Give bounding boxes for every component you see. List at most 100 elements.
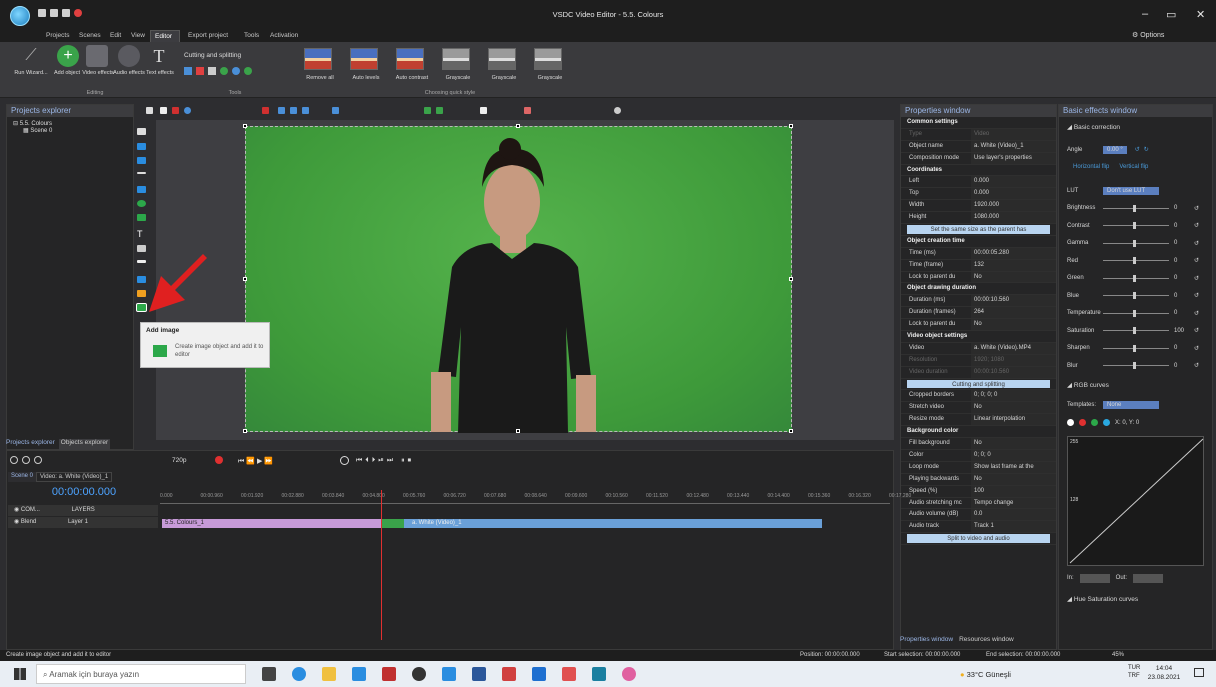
tab-edit[interactable]: Edit xyxy=(106,30,125,42)
property-value[interactable]: 0.0 xyxy=(971,509,1056,521)
rotate-left-icon[interactable] xyxy=(220,67,228,75)
reset-icon[interactable]: ↺ xyxy=(1194,310,1199,317)
circle-icon[interactable] xyxy=(184,107,191,114)
property-value[interactable]: 00:00:10.560 xyxy=(971,366,1056,378)
slider-value[interactable]: 0 xyxy=(1174,205,1188,211)
slider-track[interactable] xyxy=(1103,274,1169,282)
video-effects-button[interactable]: Video effects xyxy=(82,70,114,77)
tab-editor[interactable]: Editor xyxy=(150,30,180,42)
property-value[interactable]: No xyxy=(971,271,1056,283)
audio-effects-button[interactable]: Audio effects xyxy=(112,70,146,77)
rotate-cw-icon[interactable]: ↻ xyxy=(1144,146,1149,153)
property-value[interactable]: 0.000 xyxy=(971,188,1056,200)
headphones-icon[interactable] xyxy=(118,45,140,67)
quick-style-grayscale-2[interactable]: Grayscale xyxy=(484,75,524,82)
property-value[interactable]: 1080.000 xyxy=(971,212,1056,224)
tab-objects-explorer[interactable]: Objects explorer xyxy=(58,439,111,450)
resize-handle-t[interactable] xyxy=(516,124,520,128)
clip-5-5-colours[interactable]: 5.5. Colours_1 xyxy=(162,519,382,528)
phone-icon[interactable] xyxy=(442,667,456,681)
app-pink-icon[interactable] xyxy=(622,667,636,681)
mail-icon[interactable] xyxy=(352,667,366,681)
weather-widget[interactable]: ● 33°C Güneşli xyxy=(960,670,1011,679)
select-icon[interactable] xyxy=(160,107,167,114)
resize-handle-l[interactable] xyxy=(243,277,247,281)
slider-knob[interactable] xyxy=(1133,257,1136,265)
slider-knob[interactable] xyxy=(1133,222,1136,230)
property-value[interactable]: 132 xyxy=(971,259,1056,271)
property-value[interactable]: 100 xyxy=(971,485,1056,497)
cursor-icon[interactable] xyxy=(184,67,192,75)
resize-handle-b[interactable] xyxy=(516,429,520,433)
eye-icon[interactable]: ◉ xyxy=(14,519,21,525)
property-value[interactable]: Show last frame at the xyxy=(971,461,1056,473)
move-up-icon[interactable] xyxy=(424,107,431,114)
close-icon[interactable]: ✕ xyxy=(1196,8,1205,21)
video-preview[interactable] xyxy=(245,126,792,433)
channel-red-icon[interactable] xyxy=(1079,419,1086,427)
templates-select[interactable]: None xyxy=(1103,401,1159,410)
rotate-right-icon[interactable] xyxy=(232,67,240,75)
move-down-icon[interactable] xyxy=(436,107,443,114)
text-icon[interactable]: T xyxy=(148,45,170,67)
video-tool-icon[interactable] xyxy=(137,143,146,150)
property-value[interactable]: Use layer's properties xyxy=(971,152,1056,164)
slider-knob[interactable] xyxy=(1133,292,1136,300)
align-center-icon[interactable] xyxy=(290,107,297,114)
tab-video-object[interactable]: Video: a. White (Video)_1 xyxy=(36,472,113,482)
playhead[interactable] xyxy=(381,490,382,640)
zoom-icon[interactable] xyxy=(614,107,621,114)
tab-tools[interactable]: Tools xyxy=(240,30,263,42)
rgb-curve-graph[interactable]: 255 128 xyxy=(1067,435,1204,566)
angle-input[interactable]: 0.00 ° xyxy=(1103,145,1127,154)
crop-icon[interactable] xyxy=(196,67,204,75)
property-value[interactable]: No xyxy=(971,319,1056,331)
slider-value[interactable]: 0 xyxy=(1174,345,1188,351)
slider-track[interactable] xyxy=(1103,257,1169,265)
tab-export-project[interactable]: Export project xyxy=(184,30,232,42)
app-red-icon[interactable] xyxy=(382,667,396,681)
slider-value[interactable]: 0 xyxy=(1174,310,1188,316)
property-value[interactable]: a. White (Video).MP4 xyxy=(971,342,1056,354)
slider-value[interactable]: 0 xyxy=(1174,223,1188,229)
quick-style-auto-contrast[interactable]: Auto contrast xyxy=(388,75,436,82)
quick-style-grayscale-1[interactable]: Grayscale xyxy=(438,75,478,82)
cutting-splitting-button[interactable]: Cutting and splitting xyxy=(184,52,241,59)
minimize-icon[interactable]: – xyxy=(1142,8,1148,20)
reset-icon[interactable]: ↺ xyxy=(1194,240,1199,247)
channel-blue-icon[interactable] xyxy=(1103,419,1110,427)
slider-track[interactable] xyxy=(1103,327,1169,335)
tab-view[interactable]: View xyxy=(127,30,149,42)
channel-green-icon[interactable] xyxy=(1091,419,1098,427)
timeline-ruler[interactable]: 0.000 00:00.960 00:01.920 00:02.880 00:03.84… xyxy=(160,490,911,504)
clip-white-video[interactable]: a. White (Video)_1 xyxy=(382,519,822,528)
slider-knob[interactable] xyxy=(1133,327,1136,335)
align-right-icon[interactable] xyxy=(302,107,309,114)
quick-style-thumb-1[interactable] xyxy=(304,48,332,70)
pointer-tool-icon[interactable] xyxy=(137,128,146,135)
reset-icon[interactable]: ↺ xyxy=(1194,345,1199,352)
maximize-icon[interactable]: ▭ xyxy=(1166,8,1176,21)
horizontal-flip-checkbox[interactable]: Horizontal flip xyxy=(1073,164,1109,170)
slider-track[interactable] xyxy=(1103,362,1169,370)
slider-value[interactable]: 0 xyxy=(1174,240,1188,246)
resize-handle-br[interactable] xyxy=(789,429,793,433)
property-action-button[interactable]: Split to video and audio xyxy=(907,534,1050,544)
channel-all-icon[interactable] xyxy=(1067,419,1074,427)
reset-icon[interactable]: ↺ xyxy=(1194,222,1199,229)
slider-value[interactable]: 0 xyxy=(1174,275,1188,281)
slider-track[interactable] xyxy=(1103,204,1169,212)
group-icon[interactable] xyxy=(480,107,487,114)
reset-icon[interactable]: ↺ xyxy=(1194,205,1199,212)
notification-icon[interactable] xyxy=(1194,668,1204,677)
slider-value[interactable]: 0 xyxy=(1174,293,1188,299)
split-icon[interactable] xyxy=(208,67,216,75)
wand-icon[interactable]: ⟋ xyxy=(20,45,42,67)
paint-icon[interactable] xyxy=(562,667,576,681)
effects-icon[interactable] xyxy=(244,67,252,75)
language-indicator[interactable]: TUR TRF xyxy=(1128,664,1140,680)
task-view-icon[interactable] xyxy=(262,667,276,681)
reset-icon[interactable]: ↺ xyxy=(1194,257,1199,264)
playback-controls[interactable]: ⏮⏪▶⏩ xyxy=(238,457,275,466)
grid-icon[interactable] xyxy=(262,107,269,114)
